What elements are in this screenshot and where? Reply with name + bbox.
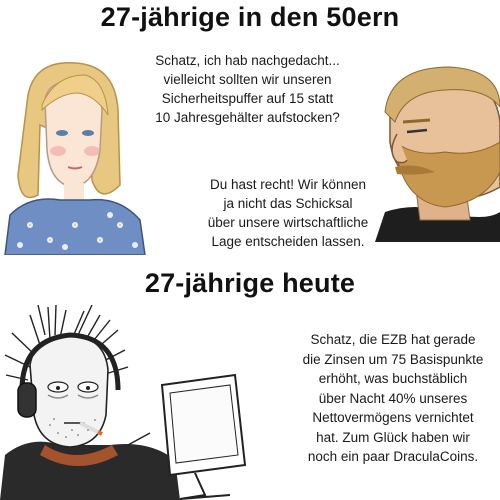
girl-speech: Schatz, ich hab nachgedacht... vielleich… bbox=[120, 51, 375, 127]
man-speech-line: Lage entscheiden lassen. bbox=[211, 234, 365, 249]
girl-speech-line: Sicherheitspuffer auf 15 statt bbox=[161, 91, 334, 106]
doomer-illustration bbox=[0, 305, 247, 500]
doomer-speech-line: erhöht, was buchstäblich bbox=[318, 371, 468, 386]
man-speech-line: über unsere wirtschaftliche bbox=[207, 215, 369, 230]
doomer-speech-line: noch ein paar DraculaCoins. bbox=[307, 449, 479, 464]
man-speech-line: Du hast recht! Wir können bbox=[209, 177, 367, 192]
girl-speech-line: vielleicht sollten wir unseren bbox=[163, 72, 332, 87]
girl-speech-line: 10 Jahresgehälter aufstocken? bbox=[155, 110, 340, 125]
top-title: 27-jährige in den 50ern bbox=[100, 2, 400, 32]
girl-speech-line: Schatz, ich hab nachgedacht... bbox=[155, 53, 340, 68]
man-speech: Du hast recht! Wir können ja nicht das S… bbox=[188, 175, 388, 251]
doomer-speech-line: Schatz, die EZB hat gerade bbox=[310, 332, 476, 347]
doomer-speech-line: über Nacht 40% unseres bbox=[318, 390, 468, 406]
bottom-title: 27-jährige heute bbox=[144, 268, 356, 298]
doomer-speech-line: die Zinsen um 75 Basispunkte bbox=[302, 351, 484, 367]
doomer-speech-line: Nettovermögens vernichtet bbox=[312, 410, 474, 425]
doomer-speech: Schatz, die EZB hat gerade die Zinsen um… bbox=[288, 330, 498, 467]
doomer-speech-line: hat. Zum Glück haben wir bbox=[316, 429, 470, 445]
man-speech-line: ja nicht das Schicksal bbox=[223, 196, 353, 211]
bearded-man-illustration bbox=[375, 66, 500, 242]
